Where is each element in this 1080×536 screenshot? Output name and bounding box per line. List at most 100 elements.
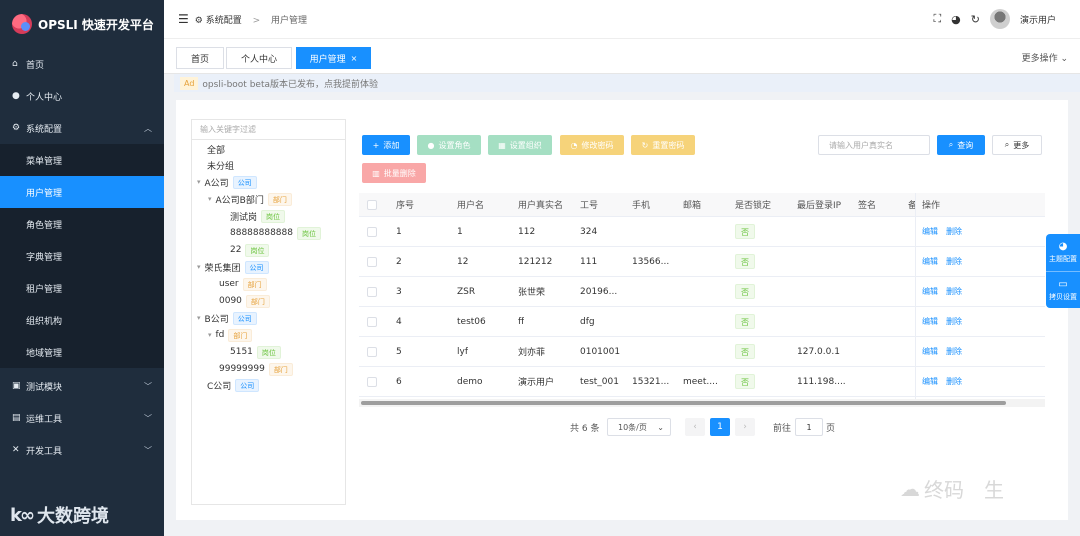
table-cell: 2 bbox=[396, 256, 402, 267]
theme-config-button[interactable]: ◕ 主题配置 bbox=[1046, 234, 1080, 271]
sidebar-item-ops-tools[interactable]: ▤ 运维工具 ﹀ bbox=[0, 402, 164, 434]
locked-cell: 否 bbox=[735, 277, 755, 306]
set-org-button[interactable]: ▦ 设置组织 bbox=[488, 135, 552, 155]
tree-node[interactable]: 测试岗 岗位 bbox=[230, 208, 286, 224]
tree-node[interactable]: ▾ fd 部门 bbox=[208, 327, 253, 343]
tab-user-management[interactable]: 用户管理 × bbox=[296, 47, 371, 69]
table-cell: dfg bbox=[580, 316, 595, 327]
goto-page-input[interactable]: 1 bbox=[795, 418, 823, 436]
breadcrumb-item[interactable]: 系统配置 bbox=[206, 16, 242, 26]
table-cell: 3 bbox=[396, 286, 402, 297]
tree-node[interactable]: 99999999 部门 bbox=[219, 361, 293, 377]
notice-bar[interactable]: Ad opsli-boot beta版本已发布，点我提前体验 bbox=[174, 74, 1080, 92]
checkbox[interactable] bbox=[367, 376, 377, 387]
checkbox[interactable] bbox=[367, 199, 377, 210]
tree-node-label: 22 bbox=[230, 245, 242, 255]
tree-node[interactable]: ▾ A公司B部门 部门 bbox=[208, 191, 292, 207]
checkbox[interactable] bbox=[367, 316, 377, 327]
caret-down-icon[interactable]: ▾ bbox=[208, 331, 212, 339]
sidebar-subitem-dict[interactable]: 字典管理 bbox=[0, 240, 164, 272]
tabs-bar: 首页 个人中心 用户管理 × 更多操作 ⌄ bbox=[164, 38, 1080, 74]
chevron-down-icon: ﹀ bbox=[144, 381, 152, 391]
avatar[interactable] bbox=[989, 9, 1010, 29]
caret-down-icon[interactable]: ▾ bbox=[197, 178, 201, 186]
sidebar-item-label: 系统配置 bbox=[26, 124, 63, 135]
page-size-select[interactable]: 10条/页 ⌄ bbox=[607, 418, 671, 436]
tree-node[interactable]: ▾ 荣氏集团 公司 bbox=[197, 259, 269, 275]
reset-password-button[interactable]: ↻ 重置密码 bbox=[631, 135, 695, 155]
notice-text[interactable]: opsli-boot beta版本已发布，点我提前体验 bbox=[202, 77, 378, 90]
copy-settings-button[interactable]: ▭ 拷贝设置 bbox=[1046, 271, 1080, 308]
tab-home[interactable]: 首页 bbox=[176, 47, 224, 69]
sidebar-subitem-tenant[interactable]: 租户管理 bbox=[0, 272, 164, 304]
chevron-down-icon: ⌄ bbox=[1060, 54, 1068, 64]
table-cell: 127.0.0.1 bbox=[797, 346, 840, 357]
watermark-text: 终码 生 bbox=[924, 478, 1004, 502]
sidebar-item-test-module[interactable]: ▣ 测试模块 ﹀ bbox=[0, 370, 164, 402]
caret-down-icon[interactable]: ▾ bbox=[197, 263, 201, 271]
palette-icon[interactable]: ◕ bbox=[951, 13, 961, 26]
batch-delete-button[interactable]: ▥ 批量删除 bbox=[362, 163, 426, 183]
tree-node[interactable]: 88888888888 岗位 bbox=[230, 225, 321, 241]
tree-node[interactable]: 22 岗位 bbox=[230, 242, 270, 258]
select-all-checkbox[interactable] bbox=[367, 193, 377, 216]
sidebar-item-label: 首页 bbox=[26, 60, 45, 71]
close-icon[interactable]: × bbox=[351, 54, 358, 63]
sidebar-subitem-org[interactable]: 组织机构 bbox=[0, 304, 164, 336]
sidebar-subitem-roles[interactable]: 角色管理 bbox=[0, 208, 164, 240]
search-input[interactable]: 请输入用户真实名 bbox=[818, 135, 930, 155]
sidebar-subitem-users[interactable]: 用户管理 bbox=[0, 176, 164, 208]
hamburger-icon[interactable]: ☰ bbox=[178, 12, 189, 26]
app-logo[interactable]: OPSLI 快速开发平台 bbox=[0, 0, 164, 48]
set-role-button[interactable]: ● 设置角色 bbox=[417, 135, 481, 155]
tree-search-input[interactable]: 输入关键字过滤 bbox=[192, 120, 345, 140]
username[interactable]: 演示用户 bbox=[1020, 13, 1056, 26]
change-password-button[interactable]: ◔ 修改密码 bbox=[560, 135, 624, 155]
tree-node[interactable]: ▾ A公司 公司 bbox=[197, 174, 257, 190]
page-number-button[interactable]: 1 bbox=[710, 418, 730, 436]
more-ops-label: 更多操作 bbox=[1021, 54, 1058, 64]
table-cell: 112 bbox=[518, 226, 536, 237]
breadcrumb-current: 用户管理 bbox=[271, 15, 308, 26]
watermark-right: ☁ 终码 生 bbox=[900, 474, 1004, 503]
prev-page-button[interactable]: ‹ bbox=[685, 418, 705, 436]
sidebar-item-system-config[interactable]: ⚙ 系统配置 ︿ bbox=[0, 112, 164, 144]
tag-post: 岗位 bbox=[297, 226, 321, 240]
checkbox[interactable] bbox=[367, 346, 377, 357]
tree-node[interactable]: 5151 岗位 bbox=[230, 344, 281, 360]
home-icon: ⌂ bbox=[12, 59, 18, 69]
more-button[interactable]: ⌕ 更多 bbox=[992, 135, 1042, 155]
refresh-icon[interactable]: ↻ bbox=[971, 13, 980, 26]
tree-node-label: A公司 bbox=[204, 178, 229, 189]
table-horizontal-scrollbar[interactable] bbox=[359, 399, 1045, 407]
next-page-button[interactable]: › bbox=[735, 418, 755, 436]
tree-node[interactable]: user 部门 bbox=[219, 276, 267, 292]
sidebar-item-label: 开发工具 bbox=[26, 446, 63, 457]
org-icon: ▦ bbox=[498, 140, 506, 150]
add-button[interactable]: + 添加 bbox=[362, 135, 410, 155]
tree-node[interactable]: 未分组 bbox=[207, 157, 234, 173]
user-icon: ● bbox=[12, 91, 20, 101]
more-ops-dropdown[interactable]: 更多操作 ⌄ bbox=[1022, 51, 1068, 64]
tree-node[interactable]: 0090 部门 bbox=[219, 293, 270, 309]
caret-down-icon[interactable]: ▾ bbox=[208, 195, 212, 203]
checkbox[interactable] bbox=[367, 256, 377, 267]
status-badge: 否 bbox=[735, 344, 755, 359]
checkbox[interactable] bbox=[367, 286, 377, 297]
tree-node[interactable]: 全部 bbox=[207, 141, 225, 157]
sidebar-item-profile[interactable]: ● 个人中心 bbox=[0, 80, 164, 112]
right-float-panel: ◕ 主题配置 ▭ 拷贝设置 bbox=[1046, 234, 1080, 308]
tree-node[interactable]: C公司 公司 bbox=[207, 377, 260, 393]
caret-down-icon[interactable]: ▾ bbox=[197, 314, 201, 322]
sidebar-item-home[interactable]: ⌂ 首页 bbox=[0, 48, 164, 80]
tab-profile[interactable]: 个人中心 bbox=[226, 47, 292, 69]
sidebar-item-dev-tools[interactable]: ✕ 开发工具 ﹀ bbox=[0, 434, 164, 466]
query-button[interactable]: ⌕ 查询 bbox=[937, 135, 985, 155]
tree-node[interactable]: ▾ B公司 公司 bbox=[197, 310, 257, 326]
fullscreen-icon[interactable]: ⛶ bbox=[933, 12, 941, 26]
sidebar-subitem-region[interactable]: 地域管理 bbox=[0, 336, 164, 368]
sidebar-subitem-menu[interactable]: 菜单管理 bbox=[0, 144, 164, 176]
scrollbar-thumb[interactable] bbox=[361, 401, 1006, 405]
checkbox[interactable] bbox=[367, 226, 377, 237]
chevron-up-icon: ︿ bbox=[144, 123, 152, 133]
